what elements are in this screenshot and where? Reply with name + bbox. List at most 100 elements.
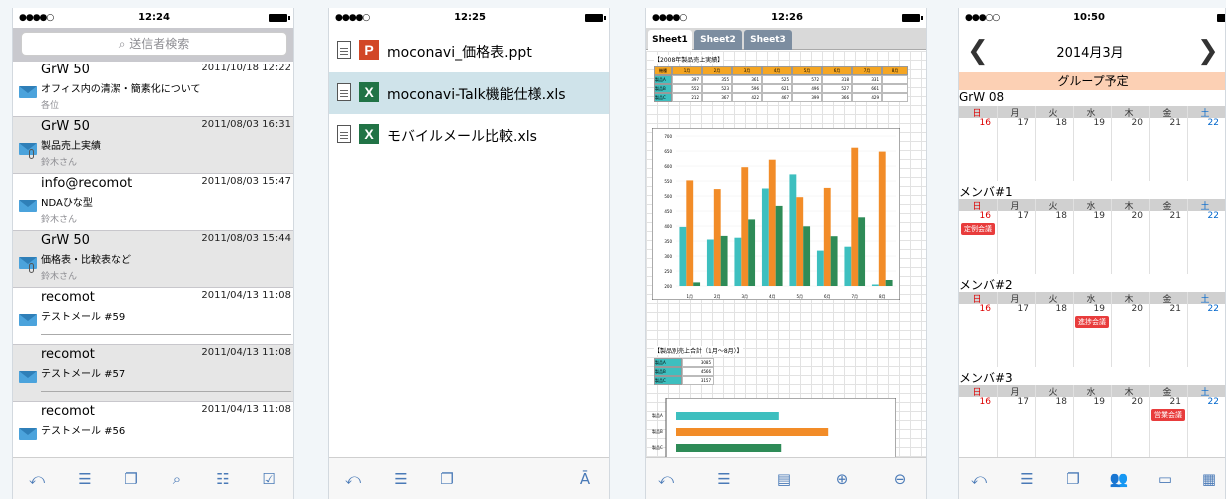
table-cell[interactable]: 429 xyxy=(852,93,882,102)
day-number[interactable]: 17 xyxy=(997,397,1033,407)
mail-subject: NDAひな型 xyxy=(41,198,93,209)
table-cell[interactable]: 422 xyxy=(732,93,762,102)
day-number[interactable]: 19 xyxy=(1073,211,1109,221)
document-icon[interactable]: ▤ xyxy=(774,470,794,488)
window-icon[interactable]: ❐ xyxy=(437,470,457,488)
tab-sheet1[interactable]: Sheet1 xyxy=(648,30,692,50)
day-number[interactable]: 20 xyxy=(1111,211,1147,221)
search-icon[interactable]: ⌕ xyxy=(167,470,187,488)
list-icon[interactable]: ☰ xyxy=(714,470,734,488)
bar xyxy=(789,174,797,286)
day-number[interactable]: 21 xyxy=(1149,304,1185,314)
file-item[interactable]: X モバイルメール比較.xls xyxy=(329,114,609,156)
day-number[interactable]: 16 xyxy=(959,118,995,128)
mail-item[interactable]: info@recomot 2011/08/03 15:47 NDAひな型 鈴木さん xyxy=(13,174,293,231)
month-view-icon[interactable]: ▦ xyxy=(1199,470,1219,488)
mail-item[interactable]: recomot 2011/04/13 11:08 テストメール #56 xyxy=(13,402,293,457)
mail-item[interactable]: GrW 50 2011/08/03 16:31 製品売上実績 鈴木さん xyxy=(13,117,293,174)
list-icon[interactable]: ☰ xyxy=(391,470,411,488)
window-icon[interactable]: ❐ xyxy=(1063,470,1083,488)
checklist-icon[interactable]: ☷ xyxy=(213,470,233,488)
file-item[interactable]: Xmoconavi-Talk機能仕様.xls xyxy=(329,72,609,114)
bar xyxy=(871,284,879,286)
day-number[interactable]: 20 xyxy=(1111,118,1147,128)
table-cell[interactable]: 621 xyxy=(762,84,792,93)
day-number[interactable]: 18 xyxy=(1035,397,1071,407)
day-number[interactable]: 22 xyxy=(1187,118,1223,128)
window-icon[interactable]: ❐ xyxy=(121,470,141,488)
mail-item[interactable]: recomot 2011/04/13 11:08 テストメール #59 xyxy=(13,288,293,345)
event-badge[interactable]: 定例会議 xyxy=(961,223,995,235)
tab-sheet3[interactable]: Sheet3 xyxy=(744,30,792,50)
list-icon[interactable]: ☰ xyxy=(1017,470,1037,488)
day-number[interactable]: 22 xyxy=(1187,211,1223,221)
battery-icon xyxy=(585,14,606,22)
table-cell[interactable]: 361 xyxy=(732,75,762,84)
people-icon[interactable]: 👥 xyxy=(1109,470,1129,488)
back-icon[interactable]: ⤺ xyxy=(343,470,363,488)
table-cell[interactable] xyxy=(882,84,908,93)
mail-item[interactable]: recomot 2011/04/13 11:08 テストメール #57 xyxy=(13,345,293,402)
day-number[interactable]: 18 xyxy=(1035,211,1071,221)
day-view-icon[interactable]: ▭ xyxy=(1155,470,1175,488)
zoom-in-icon[interactable]: ⊕ xyxy=(832,470,852,488)
day-number[interactable]: 22 xyxy=(1187,304,1223,314)
day-number[interactable]: 18 xyxy=(1035,304,1071,314)
table-cell[interactable]: 4566 xyxy=(682,367,714,376)
sheet-grid[interactable]: 【2008年製品売上実績】 機種 1月 2月 3月 4月 5月 6月 7月 8月 製品A 397 35… xyxy=(646,51,926,460)
list-icon[interactable]: ☰ xyxy=(75,470,95,488)
file-item[interactable]: Pmoconavi_価格表.ppt xyxy=(329,30,609,72)
day-number[interactable]: 17 xyxy=(997,304,1033,314)
day-number[interactable]: 21 xyxy=(1149,397,1185,407)
table-cell[interactable]: 527 xyxy=(822,84,852,93)
table-cell[interactable] xyxy=(882,93,908,102)
table-cell[interactable]: 331 xyxy=(852,75,882,84)
table-cell[interactable]: 552 xyxy=(672,84,702,93)
table-cell[interactable] xyxy=(882,75,908,84)
table-cell[interactable]: 212 xyxy=(672,93,702,102)
day-number[interactable]: 16 xyxy=(959,304,995,314)
table-cell[interactable]: 3157 xyxy=(682,376,714,385)
event-badge[interactable]: 営業会議 xyxy=(1151,409,1185,421)
back-icon[interactable]: ⤺ xyxy=(969,470,989,488)
day-number[interactable]: 17 xyxy=(997,211,1033,221)
day-number[interactable]: 20 xyxy=(1111,397,1147,407)
table-cell[interactable]: 399 xyxy=(792,93,822,102)
day-number[interactable]: 17 xyxy=(997,118,1033,128)
table-cell[interactable]: 355 xyxy=(702,75,732,84)
day-number[interactable]: 16 xyxy=(959,397,995,407)
day-number[interactable]: 20 xyxy=(1111,304,1147,314)
table-cell[interactable]: 525 xyxy=(762,75,792,84)
day-number[interactable]: 21 xyxy=(1149,118,1185,128)
table-cell[interactable]: 496 xyxy=(792,84,822,93)
day-number[interactable]: 21 xyxy=(1149,211,1185,221)
table-cell[interactable]: 367 xyxy=(702,93,732,102)
next-month-icon[interactable]: ❯ xyxy=(1197,36,1219,66)
day-number[interactable]: 19 xyxy=(1073,304,1109,314)
table-cell[interactable]: 318 xyxy=(822,75,852,84)
back-icon[interactable]: ⤺ xyxy=(656,470,676,488)
table-cell[interactable]: 572 xyxy=(792,75,822,84)
mail-item[interactable]: GrW 50 2011/08/03 15:44 価格表・比較表など 鈴木さん xyxy=(13,231,293,288)
event-badge[interactable]: 進捗会議 xyxy=(1075,316,1109,328)
day-number[interactable]: 18 xyxy=(1035,118,1071,128)
table-cell[interactable]: 661 xyxy=(852,84,882,93)
day-number[interactable]: 19 xyxy=(1073,118,1109,128)
table-cell[interactable]: 596 xyxy=(732,84,762,93)
back-icon[interactable]: ⤺ xyxy=(27,470,47,488)
table-cell[interactable]: 397 xyxy=(672,75,702,84)
table-cell[interactable]: 467 xyxy=(762,93,792,102)
table-cell[interactable]: 366 xyxy=(822,93,852,102)
check-icon[interactable]: ☑ xyxy=(259,470,279,488)
day-number[interactable]: 19 xyxy=(1073,397,1109,407)
mail-item[interactable]: GrW 50 2011/10/18 12:22 オフィス内の清潔・簡素化について 各位 xyxy=(13,64,293,117)
table-cell[interactable]: 3085 xyxy=(682,358,714,367)
zoom-out-icon[interactable]: ⊖ xyxy=(890,470,910,488)
day-number[interactable]: 16 xyxy=(959,211,995,221)
table-cell[interactable]: 523 xyxy=(702,84,732,93)
sender-search-input[interactable]: ⌕ 送信者検索 xyxy=(21,32,287,56)
day-number[interactable]: 22 xyxy=(1187,397,1223,407)
text-size-icon[interactable]: Ā xyxy=(575,470,595,488)
y-tick-label: 350 xyxy=(664,239,672,244)
tab-sheet2[interactable]: Sheet2 xyxy=(694,30,742,50)
